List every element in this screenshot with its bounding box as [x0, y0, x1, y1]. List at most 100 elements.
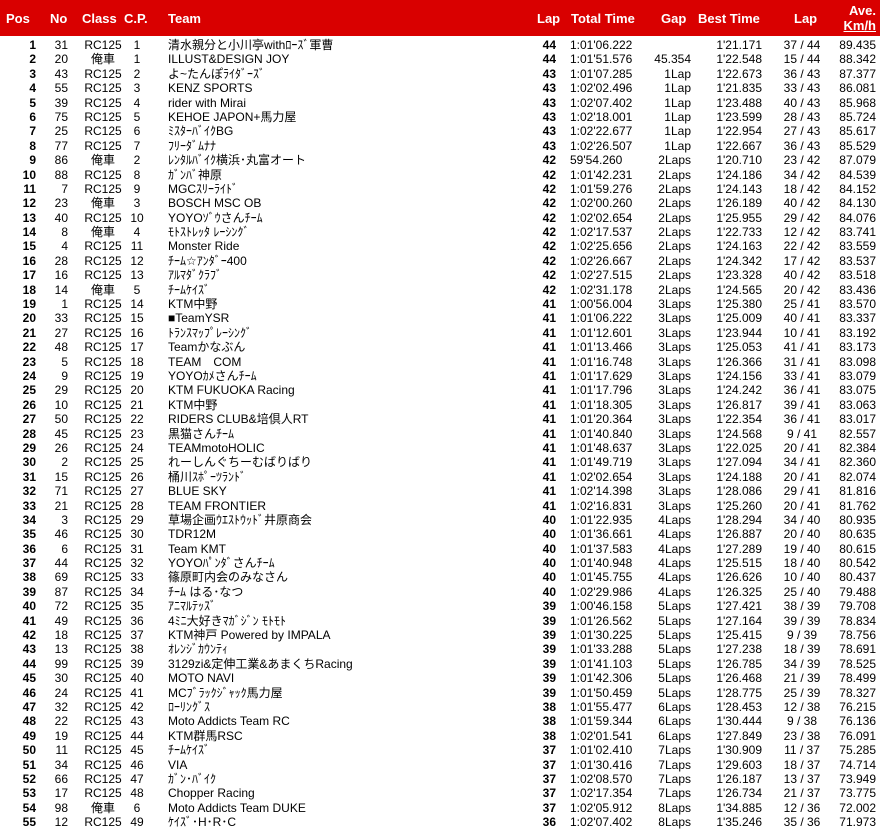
pos-cell: 40 [22, 599, 36, 614]
team-cell: 草場企画ｳｴｽﾄｳｯﾄﾞ井原商会 [168, 512, 313, 527]
best-time-cell: 1'27.289 [716, 541, 762, 556]
best-lap-cell: 23 / 38 [783, 728, 821, 743]
best-time-cell: 1'29.603 [716, 757, 762, 772]
class-cell: RC125 [84, 124, 122, 139]
team-cell: 篠原町内会のみなさん [168, 570, 289, 585]
gap-cell: 45.354 [654, 52, 691, 67]
number-cell: 26 [54, 440, 68, 455]
best-time-cell: 1'25.053 [716, 340, 762, 355]
table-row: 35 46 RC125 30 TDR12M 40 1:01'36.661 4Laps 1'26.… [0, 527, 880, 541]
best-lap-cell: 33 / 41 [783, 368, 821, 383]
average-speed-cell: 82.074 [839, 469, 876, 484]
class-cell: RC125 [84, 354, 122, 369]
team-cell: MGCｽﾘｰﾗｲﾄﾞ [168, 181, 238, 196]
table-row: 22 48 RC125 17 Teamかなぶん 41 1:01'13.466 3Laps 1'2… [0, 340, 880, 354]
gap-cell: 3Laps [658, 498, 691, 513]
gap-cell: 6Laps [658, 699, 691, 714]
class-cell: RC125 [84, 268, 122, 283]
average-speed-cell: 73.949 [839, 771, 876, 786]
best-time-cell: 1'25.515 [716, 556, 762, 571]
total-time-cell: 1:02'14.398 [570, 484, 633, 499]
pos-cell: 38 [22, 570, 36, 585]
table-row: 4 55 RC125 3 KENZ SPORTS 43 1:02'02.496 1Lap 1'2… [0, 81, 880, 95]
total-time-cell: 1:02'02.654 [570, 469, 633, 484]
total-time-cell: 1:02'18.001 [570, 109, 633, 124]
best-time-cell: 1'27.238 [716, 642, 762, 657]
best-lap-cell: 25 / 41 [783, 297, 821, 312]
class-position-cell: 29 [130, 512, 144, 527]
best-time-cell: 1'27.094 [716, 455, 762, 470]
gap-cell: 2Laps [658, 196, 691, 211]
average-speed-cell: 83.063 [839, 397, 876, 412]
average-speed-cell: 83.436 [839, 282, 876, 297]
gap-cell: 4Laps [658, 541, 691, 556]
laps-cell: 40 [542, 584, 556, 599]
laps-cell: 36 [542, 815, 556, 830]
best-time-cell: 1'22.025 [716, 440, 762, 455]
total-time-cell: 1:02'26.507 [570, 138, 633, 153]
class-position-cell: 26 [130, 469, 144, 484]
team-cell: 4ﾐﾆ大好きﾏｶﾞｼﾞﾝ ﾓﾄﾓﾄ [168, 613, 287, 628]
pos-cell: 14 [22, 225, 36, 240]
best-lap-cell: 34 / 39 [783, 656, 821, 671]
gap-cell: 7Laps [658, 757, 691, 772]
best-time-cell: 1'21.171 [716, 38, 762, 52]
number-cell: 5 [61, 354, 68, 369]
team-cell: 黒猫さんﾁｰﾑ [168, 426, 235, 441]
gap-cell: 3Laps [658, 354, 691, 369]
class-cell: 俺車 [90, 282, 115, 297]
best-time-cell: 1'24.156 [716, 368, 762, 383]
class-position-cell: 24 [130, 440, 144, 455]
best-time-cell: 1'26.817 [716, 397, 762, 412]
class-position-cell: 28 [130, 498, 144, 513]
best-time-cell: 1'22.673 [716, 66, 762, 81]
total-time-cell: 1:02'08.570 [570, 771, 633, 786]
average-speed-cell: 88.342 [839, 52, 876, 67]
number-cell: 23 [54, 196, 68, 211]
col-best-time-header: Best Time [698, 11, 760, 26]
number-cell: 9 [61, 368, 68, 383]
col-team-header: Team [168, 11, 201, 26]
team-cell: ｱﾙﾏﾀﾞｸﾗﾌﾞ [168, 268, 223, 283]
average-speed-cell: 78.525 [839, 656, 876, 671]
laps-cell: 39 [542, 628, 556, 643]
best-time-cell: 1'35.246 [716, 815, 762, 830]
laps-cell: 42 [542, 225, 556, 240]
pos-cell: 36 [22, 541, 36, 556]
class-cell: RC125 [84, 556, 122, 571]
total-time-cell: 1:01'50.459 [570, 685, 633, 700]
team-cell: Teamかなぶん [168, 340, 246, 355]
laps-cell: 41 [542, 484, 556, 499]
class-cell: RC125 [84, 455, 122, 470]
table-row: 23 5 RC125 18 TEAM COM 41 1:01'16.748 3Laps 1'26… [0, 355, 880, 369]
class-position-cell: 49 [130, 815, 144, 830]
team-cell: ﾓﾄｽﾄﾚｯﾀ ﾚｰｼﾝｸﾞ [168, 225, 250, 240]
best-lap-cell: 11 / 37 [784, 743, 820, 758]
class-cell: RC125 [84, 325, 122, 340]
class-cell: RC125 [84, 541, 122, 556]
class-cell: RC125 [84, 815, 122, 830]
best-time-cell: 1'23.488 [716, 95, 762, 110]
team-cell: TEAMmotoHOLIC [168, 440, 265, 455]
pos-cell: 53 [22, 786, 36, 801]
pos-cell: 34 [22, 512, 36, 527]
class-cell: RC125 [84, 642, 122, 657]
average-speed-cell: 80.635 [839, 527, 876, 542]
class-cell: RC125 [84, 38, 122, 52]
total-time-cell: 1:01'22.935 [570, 512, 633, 527]
total-time-cell: 1:01'06.222 [570, 311, 633, 326]
best-lap-cell: 20 / 41 [783, 498, 821, 513]
laps-cell: 41 [542, 340, 556, 355]
number-cell: 72 [54, 599, 68, 614]
best-time-cell: 1'22.354 [716, 412, 762, 427]
average-speed-cell: 83.537 [839, 253, 876, 268]
gap-cell: 5Laps [658, 628, 691, 643]
table-row: 2 20 俺車 1 ILLUST&DESIGN JOY 44 1:01'51.576 45.3… [0, 52, 880, 66]
class-position-cell: 12 [130, 253, 144, 268]
class-cell: 俺車 [90, 196, 115, 211]
col-pos-header: Pos [6, 11, 30, 26]
table-row: 36 6 RC125 31 Team KMT 40 1:01'37.583 4Laps 1'27… [0, 542, 880, 556]
class-position-cell: 14 [130, 297, 144, 312]
best-time-cell: 1'22.954 [716, 124, 762, 139]
gap-cell: 3Laps [658, 412, 691, 427]
